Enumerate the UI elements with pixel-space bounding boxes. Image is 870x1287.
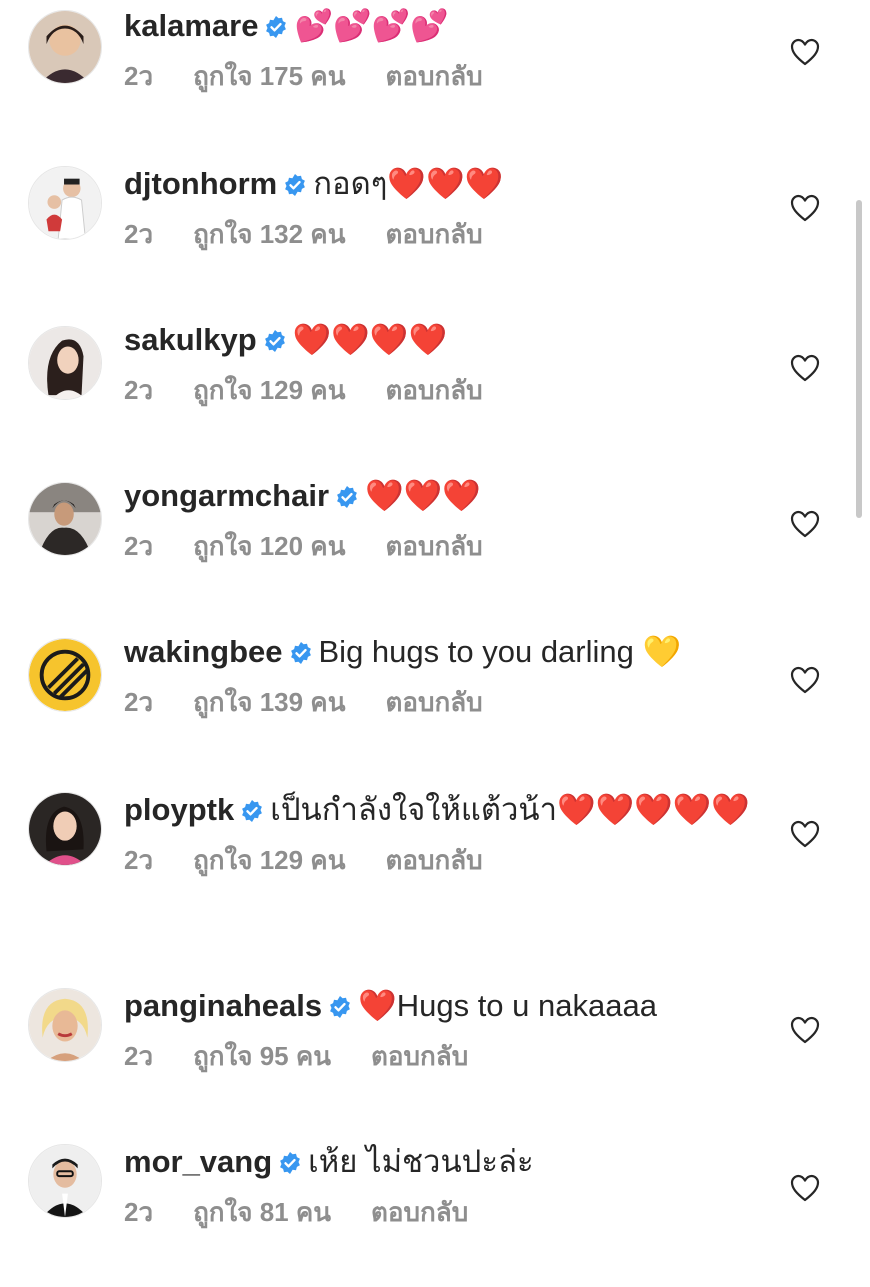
comment-meta: 2ว ถูกใจ 129 คน ตอบกลับ xyxy=(124,370,764,411)
reply-button[interactable]: ตอบกลับ xyxy=(385,219,482,249)
avatar[interactable] xyxy=(28,166,102,240)
heart-outline-icon xyxy=(790,1174,820,1202)
reply-button[interactable]: ตอบกลับ xyxy=(371,1041,468,1071)
comment-meta: 2ว ถูกใจ 132 คน ตอบกลับ xyxy=(124,214,764,255)
heart-outline-icon xyxy=(790,666,820,694)
comment-text: เป็นกำลังใจให้แต้วน้า❤️❤️❤️❤️❤️ xyxy=(270,792,750,827)
like-count[interactable]: ถูกใจ 132 คน xyxy=(193,219,345,249)
heart-outline-icon xyxy=(790,510,820,538)
verified-badge-icon xyxy=(263,329,287,353)
username[interactable]: ployptk xyxy=(124,792,234,827)
like-button[interactable] xyxy=(790,1174,820,1202)
like-button[interactable] xyxy=(790,1016,820,1044)
comment-time: 2ว xyxy=(124,1197,154,1227)
comment-text: ❤️❤️❤️❤️ xyxy=(292,322,448,357)
avatar[interactable] xyxy=(28,1144,102,1218)
like-button[interactable] xyxy=(790,666,820,694)
reply-button[interactable]: ตอบกลับ xyxy=(385,687,482,717)
comment-time: 2ว xyxy=(124,375,154,405)
comment-meta: 2ว ถูกใจ 139 คน ตอบกลับ xyxy=(124,682,764,723)
reply-button[interactable]: ตอบกลับ xyxy=(385,845,482,875)
like-count[interactable]: ถูกใจ 120 คน xyxy=(193,531,345,561)
comment-time: 2ว xyxy=(124,1041,154,1071)
username[interactable]: djtonhorm xyxy=(124,166,277,201)
reply-button[interactable]: ตอบกลับ xyxy=(385,61,482,91)
like-count[interactable]: ถูกใจ 129 คน xyxy=(193,375,345,405)
comment-time: 2ว xyxy=(124,219,154,249)
scrollbar[interactable] xyxy=(856,200,862,518)
username[interactable]: wakingbee xyxy=(124,634,283,669)
comment-text: Big hugs to you darling 💛 xyxy=(318,634,682,669)
username[interactable]: mor_vang xyxy=(124,1144,272,1179)
reply-button[interactable]: ตอบกลับ xyxy=(371,1197,468,1227)
comment-meta: 2ว ถูกใจ 120 คน ตอบกลับ xyxy=(124,526,764,567)
comment-meta: 2ว ถูกใจ 81 คน ตอบกลับ xyxy=(124,1192,764,1233)
username[interactable]: panginaheals xyxy=(124,988,322,1023)
verified-badge-icon xyxy=(283,173,307,197)
heart-outline-icon xyxy=(790,820,820,848)
like-count[interactable]: ถูกใจ 95 คน xyxy=(193,1041,331,1071)
heart-outline-icon xyxy=(790,38,820,66)
reply-button[interactable]: ตอบกลับ xyxy=(385,375,482,405)
avatar[interactable] xyxy=(28,792,102,866)
like-button[interactable] xyxy=(790,820,820,848)
username[interactable]: sakulkyp xyxy=(124,322,257,357)
comment-text: 💕💕💕💕 xyxy=(294,8,449,43)
comment-time: 2ว xyxy=(124,531,154,561)
like-count[interactable]: ถูกใจ 175 คน xyxy=(193,61,345,91)
verified-badge-icon xyxy=(335,485,359,509)
comment-text: ❤️Hugs to u nakaaaa xyxy=(358,988,657,1023)
comment-text: ❤️❤️❤️ xyxy=(365,478,481,513)
comment-time: 2ว xyxy=(124,845,154,875)
username[interactable]: yongarmchair xyxy=(124,478,329,513)
comment-meta: 2ว ถูกใจ 129 คน ตอบกลับ xyxy=(124,840,764,881)
heart-outline-icon xyxy=(790,194,820,222)
avatar[interactable] xyxy=(28,10,102,84)
verified-badge-icon xyxy=(289,641,313,665)
like-button[interactable] xyxy=(790,38,820,66)
verified-badge-icon xyxy=(240,799,264,823)
like-button[interactable] xyxy=(790,194,820,222)
comment-meta: 2ว ถูกใจ 175 คน ตอบกลับ xyxy=(124,56,764,97)
comment-meta: 2ว ถูกใจ 95 คน ตอบกลับ xyxy=(124,1036,764,1077)
like-button[interactable] xyxy=(790,354,820,382)
heart-outline-icon xyxy=(790,1016,820,1044)
avatar[interactable] xyxy=(28,482,102,556)
avatar[interactable] xyxy=(28,988,102,1062)
like-count[interactable]: ถูกใจ 129 คน xyxy=(193,845,345,875)
reply-button[interactable]: ตอบกลับ xyxy=(385,531,482,561)
like-count[interactable]: ถูกใจ 81 คน xyxy=(193,1197,331,1227)
username[interactable]: kalamare xyxy=(124,8,258,43)
avatar[interactable] xyxy=(28,638,102,712)
verified-badge-icon xyxy=(328,995,352,1019)
comment-text: เห้ย ไม่ชวนปะล่ะ xyxy=(308,1144,534,1179)
like-button[interactable] xyxy=(790,510,820,538)
comment-time: 2ว xyxy=(124,687,154,717)
comment-text: กอดๆ❤️❤️❤️ xyxy=(313,166,504,201)
verified-badge-icon xyxy=(264,15,288,39)
heart-outline-icon xyxy=(790,354,820,382)
avatar[interactable] xyxy=(28,326,102,400)
verified-badge-icon xyxy=(278,1151,302,1175)
like-count[interactable]: ถูกใจ 139 คน xyxy=(193,687,345,717)
comment-time: 2ว xyxy=(124,61,154,91)
